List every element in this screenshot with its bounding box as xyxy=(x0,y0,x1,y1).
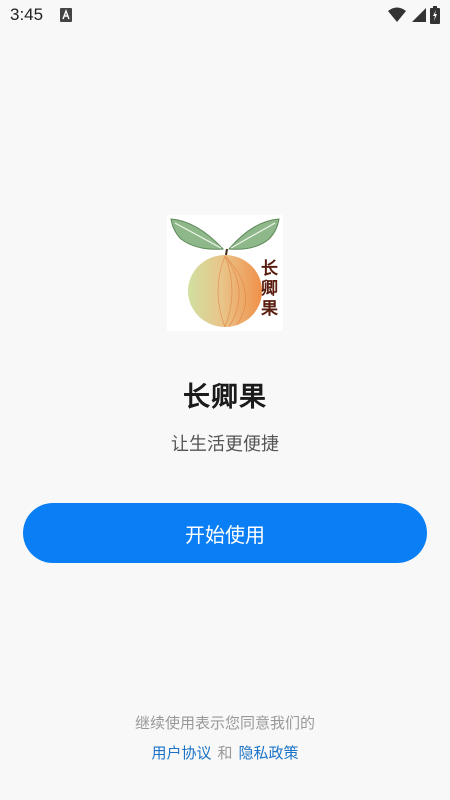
app-tagline: 让生活更便捷 xyxy=(171,434,279,455)
a-notification-icon xyxy=(60,8,72,22)
consent-and: 和 xyxy=(217,744,233,762)
start-button[interactable]: 开始使用 xyxy=(23,503,427,563)
battery-charging-icon xyxy=(430,6,440,24)
logo-text: 长卿果 xyxy=(261,259,278,319)
status-time: 3:45 xyxy=(10,5,44,24)
privacy-policy-link[interactable]: 隐私政策 xyxy=(239,744,299,762)
app-title: 长卿果 xyxy=(183,382,267,413)
consent-links: 用户协议和隐私政策 xyxy=(0,742,450,763)
status-right-icons xyxy=(388,6,440,24)
consent-text: 继续使用表示您同意我们的 xyxy=(134,714,315,732)
splash-screen: 3:45 长卿果 长卿果 让生活更便捷 开始使用 继续使用表示您同意我们的 用户… xyxy=(0,0,450,800)
wifi-icon xyxy=(388,7,406,22)
app-logo: 长卿果 xyxy=(167,215,283,331)
signal-icon xyxy=(412,8,426,22)
user-agreement-link[interactable]: 用户协议 xyxy=(151,744,211,762)
status-bar: 3:45 xyxy=(0,0,450,32)
